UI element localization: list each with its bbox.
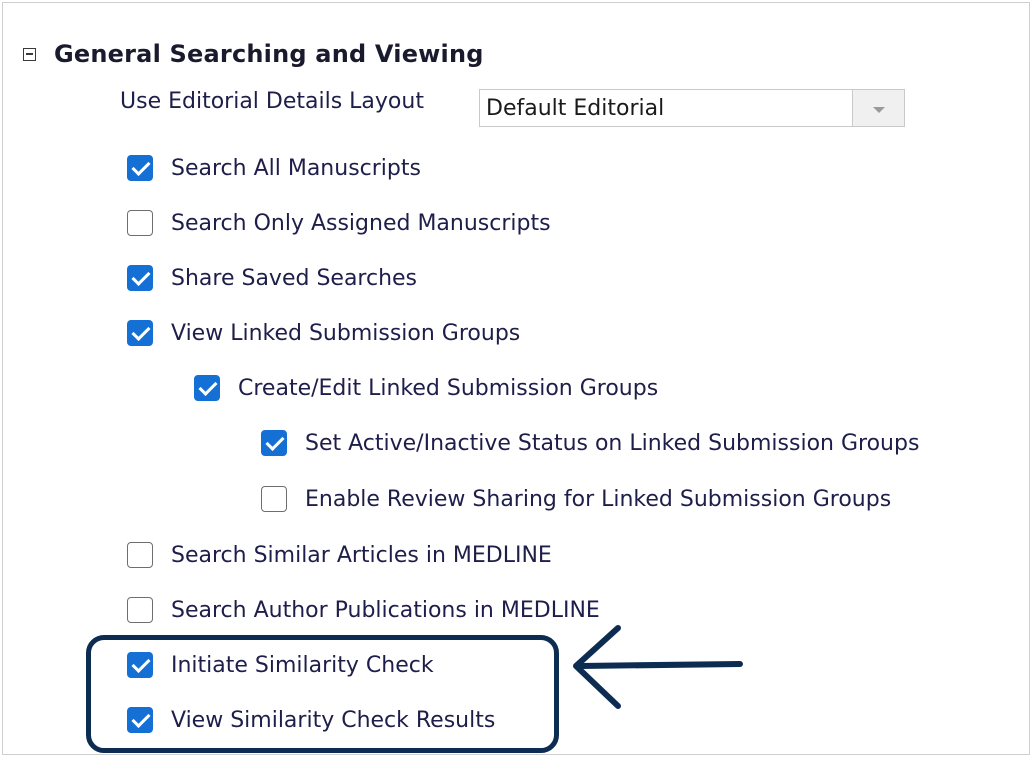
checkbox-checked[interactable] — [127, 155, 153, 181]
option-label: Share Saved Searches — [171, 265, 418, 291]
layout-select-value: Default Editorial — [486, 95, 665, 121]
section-title: General Searching and Viewing — [54, 40, 484, 68]
option-label: Search All Manuscripts — [171, 155, 421, 181]
checkbox-unchecked[interactable] — [127, 210, 153, 236]
checkbox-checked[interactable] — [127, 265, 153, 291]
layout-row: Use Editorial Details Layout — [120, 89, 424, 114]
settings-panel: General Searching and Viewing Use Editor… — [2, 2, 1030, 755]
option-create-edit-linked-groups[interactable]: Create/Edit Linked Submission Groups — [194, 375, 658, 401]
checkbox-checked[interactable] — [127, 707, 153, 733]
layout-select[interactable]: Default Editorial — [479, 89, 905, 127]
option-label: Set Active/Inactive Status on Linked Sub… — [305, 430, 920, 456]
checkbox-checked[interactable] — [127, 320, 153, 346]
layout-label: Use Editorial Details Layout — [120, 89, 424, 114]
option-view-linked-groups[interactable]: View Linked Submission Groups — [127, 320, 520, 346]
option-label: Create/Edit Linked Submission Groups — [238, 375, 659, 401]
option-label: Initiate Similarity Check — [171, 652, 434, 678]
option-label: Search Author Publications in MEDLINE — [171, 597, 600, 623]
option-label: Search Only Assigned Manuscripts — [171, 210, 551, 236]
option-set-active-status[interactable]: Set Active/Inactive Status on Linked Sub… — [261, 430, 919, 456]
checkbox-unchecked[interactable] — [261, 486, 287, 512]
checkbox-unchecked[interactable] — [127, 597, 153, 623]
checkbox-unchecked[interactable] — [127, 542, 153, 568]
checkbox-checked[interactable] — [127, 652, 153, 678]
option-search-similar-medline[interactable]: Search Similar Articles in MEDLINE — [127, 542, 552, 568]
option-label: View Linked Submission Groups — [171, 320, 521, 346]
checkbox-checked[interactable] — [194, 375, 220, 401]
option-search-only-assigned[interactable]: Search Only Assigned Manuscripts — [127, 210, 551, 236]
option-search-author-medline[interactable]: Search Author Publications in MEDLINE — [127, 597, 600, 623]
collapse-minus-icon[interactable] — [23, 47, 36, 61]
option-initiate-similarity-check[interactable]: Initiate Similarity Check — [127, 652, 434, 678]
section-header[interactable]: General Searching and Viewing — [23, 40, 484, 68]
option-search-all-manuscripts[interactable]: Search All Manuscripts — [127, 155, 421, 181]
option-share-saved-searches[interactable]: Share Saved Searches — [127, 265, 417, 291]
checkbox-checked[interactable] — [261, 430, 287, 456]
option-label: Search Similar Articles in MEDLINE — [171, 542, 552, 568]
option-label: Enable Review Sharing for Linked Submiss… — [305, 486, 892, 512]
option-label: View Similarity Check Results — [171, 707, 496, 733]
dropdown-arrow-icon[interactable] — [852, 90, 904, 126]
option-view-similarity-results[interactable]: View Similarity Check Results — [127, 707, 495, 733]
option-enable-review-sharing[interactable]: Enable Review Sharing for Linked Submiss… — [261, 486, 891, 512]
